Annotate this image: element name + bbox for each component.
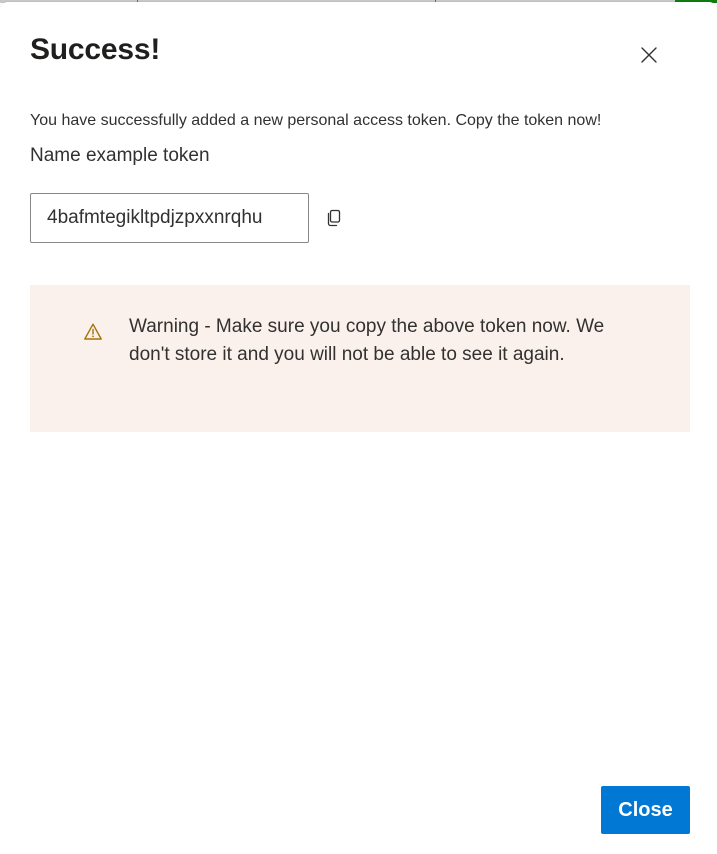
success-message: You have successfully added a new person… [30, 112, 602, 129]
close-icon [641, 47, 657, 63]
close-button[interactable]: Close [601, 786, 690, 834]
page: Success! You have successfully added a n… [0, 0, 717, 854]
success-dialog: Success! You have successfully added a n… [0, 2, 717, 854]
dismiss-button[interactable] [634, 40, 664, 70]
copy-icon [327, 209, 341, 227]
warning-icon [83, 322, 103, 342]
dialog-title: Success! [30, 33, 161, 66]
token-name-label: Name example token [30, 145, 210, 166]
token-field[interactable] [30, 193, 309, 243]
copy-token-button[interactable] [320, 204, 348, 232]
warning-text: Warning - Make sure you copy the above t… [129, 316, 605, 365]
warning-banner: Warning - Make sure you copy the above t… [30, 285, 690, 432]
